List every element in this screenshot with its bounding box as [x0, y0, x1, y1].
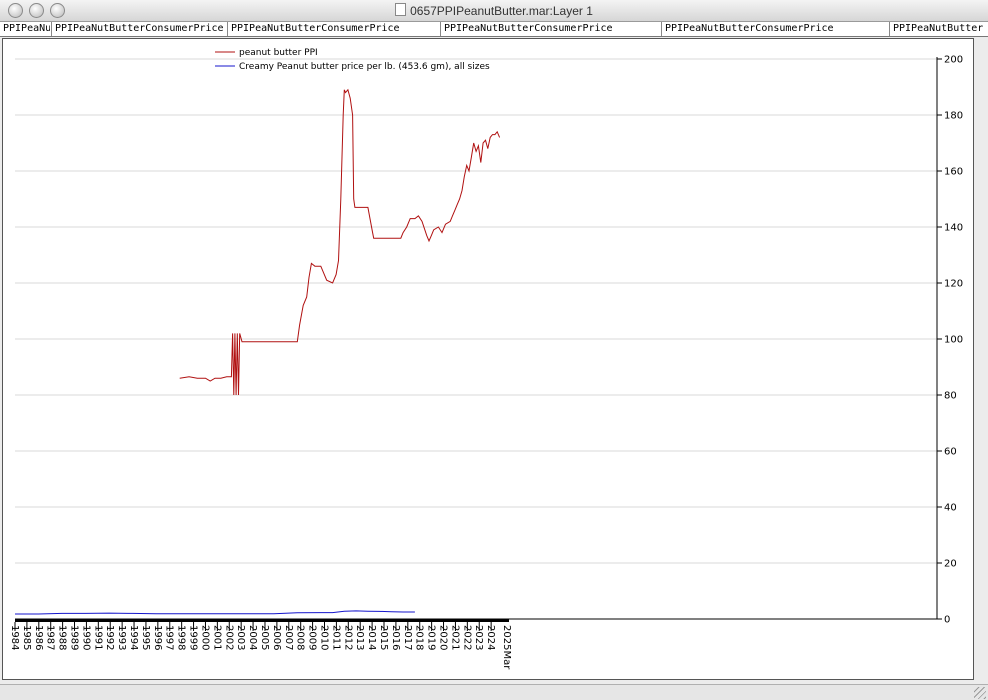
x-tick-label: 2023	[473, 625, 484, 650]
x-tick-label: 2009	[307, 625, 318, 650]
x-tick-label: 2018	[414, 625, 425, 650]
x-tick-label: 1992	[104, 625, 115, 650]
y-tick-label: 140	[944, 223, 963, 234]
x-tick-label: 2013	[354, 625, 365, 650]
x-tick-label: 1998	[176, 625, 187, 650]
window-title-container: 0657PPIPeanutButter.mar:Layer 1	[0, 3, 988, 18]
x-axis-band	[15, 619, 509, 622]
legend-label-price: Creamy Peanut butter price per lb. (453.…	[239, 62, 490, 72]
series-tab[interactable]: PPIPeaNutButter	[889, 22, 988, 36]
x-tick-label: 2003	[235, 625, 246, 650]
series-tabstrip: PPIPeaNu PPIPeaNutButterConsumerPrice PP…	[0, 22, 988, 37]
x-tick-label: 1986	[33, 625, 44, 650]
series-tab[interactable]: PPIPeaNutButterConsumerPrice	[51, 22, 228, 36]
x-tick-label: 1993	[116, 625, 127, 650]
plot-frame: 0 20 40 60 80 100 120 140 160 180 200 1984 1985 1986 1…	[2, 38, 974, 680]
y-tick-label: 100	[944, 335, 963, 346]
y-tick-label: 120	[944, 279, 963, 290]
x-tick-label: 2017	[402, 625, 413, 650]
series-tab[interactable]: PPIPeaNutButterConsumerPrice	[440, 22, 662, 36]
x-tick-label: 2016	[390, 625, 401, 650]
x-tick-label: 2000	[199, 625, 210, 650]
y-tick-label: 180	[944, 111, 963, 122]
x-tick-label: 1996	[152, 625, 163, 650]
x-tick-label-end: 2025Mar	[501, 625, 512, 670]
status-bar	[0, 684, 988, 700]
x-tick-label: 1989	[69, 625, 80, 650]
x-tick-label: 2012	[342, 625, 353, 650]
x-tick-label: 2011	[330, 625, 341, 650]
y-tick-label: 60	[944, 447, 957, 458]
x-tick-label: 2021	[449, 625, 460, 650]
series-line-ppi	[179, 88, 501, 396]
x-tick-label: 2007	[283, 625, 294, 650]
resize-grip[interactable]	[974, 687, 986, 699]
series-tab[interactable]: PPIPeaNutButterConsumerPrice	[227, 22, 441, 36]
x-tick-label: 1991	[92, 625, 103, 650]
x-tick-label: 1987	[45, 625, 56, 650]
y-tick-label: 40	[944, 503, 957, 514]
x-tick-label: 2019	[426, 625, 437, 650]
x-tick-label: 2020	[438, 625, 449, 650]
x-tick-label: 1999	[188, 625, 199, 650]
x-tick-label: 2010	[318, 625, 329, 650]
axes: 0204060801001201401601802001984 1985 1986 1…	[9, 55, 963, 671]
series-lines	[15, 88, 501, 615]
x-tick-label: 2001	[211, 625, 222, 650]
x-tick-label: 2022	[461, 625, 472, 650]
x-tick-label: 1995	[140, 625, 151, 650]
x-tick-label: 1997	[164, 625, 175, 650]
legend-label-ppi: peanut butter PPI	[239, 48, 318, 58]
y-tick-label: 160	[944, 167, 963, 178]
y-tick-label: 0	[944, 615, 950, 626]
x-tick-label: 1984	[9, 625, 20, 650]
y-tick-label: 200	[944, 55, 963, 66]
y-tick-label: 20	[944, 559, 957, 570]
x-tick-label: 2015	[378, 625, 389, 650]
gridlines	[15, 58, 937, 564]
chart: 0204060801001201401601802001984 1985 1986 1…	[9, 48, 963, 671]
series-line-price	[15, 610, 415, 615]
window-titlebar[interactable]: 0657PPIPeanutButter.mar:Layer 1	[0, 0, 988, 22]
x-tick-label: 2006	[271, 625, 282, 650]
legend: peanut butter PPI Creamy Peanut butter p…	[215, 48, 490, 72]
y-tick-label: 80	[944, 391, 957, 402]
x-tick-label: 2014	[366, 625, 377, 650]
x-tick-label: 2004	[247, 625, 258, 650]
x-tick-label: 1994	[128, 625, 139, 650]
series-tab[interactable]: PPIPeaNu	[0, 22, 50, 36]
x-tick-label: 2002	[223, 625, 234, 650]
x-tick-label: 1985	[21, 625, 32, 650]
x-tick-label: 2005	[259, 625, 270, 650]
series-tab[interactable]: PPIPeaNutButterConsumerPrice	[661, 22, 890, 36]
x-tick-label: 2008	[295, 625, 306, 650]
x-tick-label: 2024	[485, 625, 496, 650]
document-icon	[395, 3, 407, 16]
window-title: 0657PPIPeanutButter.mar:Layer 1	[410, 4, 593, 18]
x-tick-label: 1990	[80, 625, 91, 650]
x-tick-label: 1988	[57, 625, 68, 650]
